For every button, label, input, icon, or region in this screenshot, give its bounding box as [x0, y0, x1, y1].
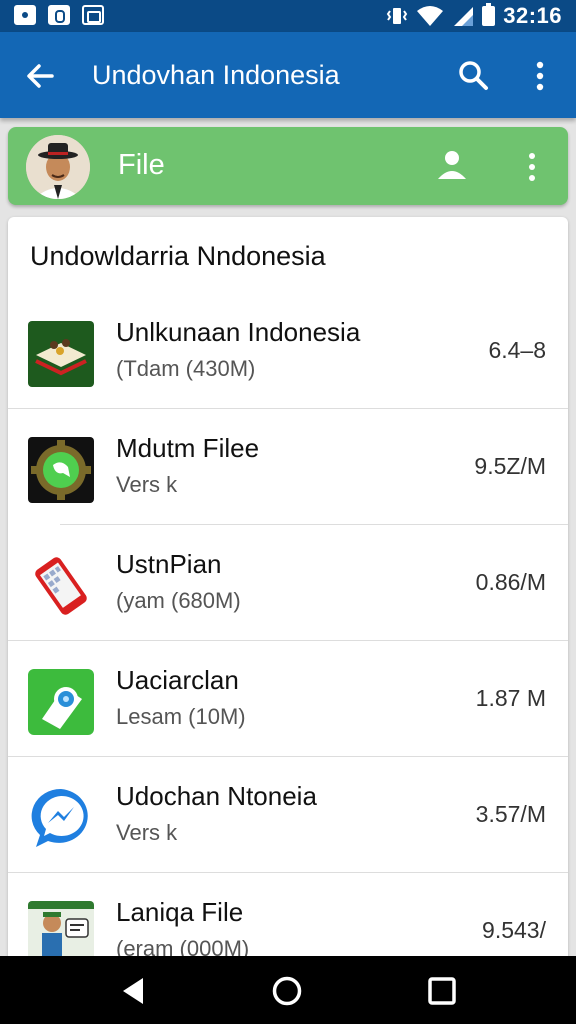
vibrate-icon: [387, 8, 408, 24]
list-item[interactable]: Udochan Ntoneia Vers k 3.57/M: [8, 757, 568, 873]
add-person-icon[interactable]: [432, 145, 472, 185]
page-title: Undovhan Indonesia: [92, 60, 340, 90]
more-vert-icon[interactable]: [528, 58, 552, 94]
signal-icon: [454, 7, 474, 26]
list-item[interactable]: UstnPian (yam (680M) 0.86/M: [8, 525, 568, 641]
item-name: Udochan Ntoneia: [116, 781, 317, 811]
eye-notification-icon: [14, 5, 36, 25]
notification-icons: [14, 5, 104, 25]
messenger-app-icon: [28, 785, 94, 851]
item-name: Mdutm Filee: [116, 433, 260, 463]
item-subtitle: (yam (680M): [116, 588, 241, 613]
clock: 32:16: [503, 3, 562, 28]
item-size: 1.87 M: [475, 685, 546, 711]
item-subtitle: Lesam (10M): [116, 704, 246, 729]
list-item[interactable]: Uaciarclan Lesam (10M) 1.87 M: [8, 641, 568, 757]
phone-app-icon: [28, 553, 94, 619]
battery-icon: [482, 3, 496, 26]
download-list-card: Undowldarria Nndonesia Unlkunaan Indones…: [8, 217, 568, 997]
image-notification-icon: [82, 5, 104, 25]
list-item[interactable]: Unlkunaan Indonesia (Tdam (430M) 6.4–8: [8, 293, 568, 409]
item-size: 3.57/M: [475, 801, 546, 827]
back-arrow-icon[interactable]: [22, 56, 62, 96]
status-bar: 32:16: [0, 0, 576, 32]
navigation-bar: [0, 956, 576, 1024]
home-circle-icon[interactable]: [270, 974, 304, 1008]
section-title: Undowldarria Nndonesia: [30, 241, 326, 271]
back-triangle-icon[interactable]: [117, 974, 151, 1008]
camera-app-icon: [28, 669, 94, 735]
festival-app-icon: [28, 321, 94, 387]
list-item[interactable]: Mdutm Filee Vers k 9.5Z/M: [8, 409, 568, 525]
file-label: File: [118, 149, 165, 181]
search-icon[interactable]: [455, 57, 491, 93]
item-subtitle: Vers k: [116, 820, 178, 845]
chat-gear-app-icon: [28, 437, 94, 503]
item-subtitle: (Tdam (430M): [116, 356, 256, 381]
item-size: 9.543/: [482, 917, 546, 943]
o-notification-icon: [48, 5, 70, 25]
system-icons: 32:16: [386, 3, 562, 29]
recents-square-icon[interactable]: [425, 974, 459, 1008]
item-size: 9.5Z/M: [474, 453, 546, 479]
item-name: UstnPian: [116, 549, 222, 579]
more-vert-icon[interactable]: [522, 149, 542, 185]
wifi-icon: [417, 6, 444, 26]
item-size: 6.4–8: [488, 337, 546, 363]
item-size: 0.86/M: [475, 569, 546, 595]
app-bar: Undovhan Indonesia: [0, 32, 576, 118]
item-subtitle: Vers k: [116, 472, 178, 497]
item-name: Uaciarclan: [116, 665, 239, 695]
file-header-card[interactable]: File: [8, 127, 568, 205]
avatar[interactable]: [26, 135, 90, 199]
item-name: Laniqa File: [116, 897, 244, 927]
item-name: Unlkunaan Indonesia: [116, 317, 361, 347]
